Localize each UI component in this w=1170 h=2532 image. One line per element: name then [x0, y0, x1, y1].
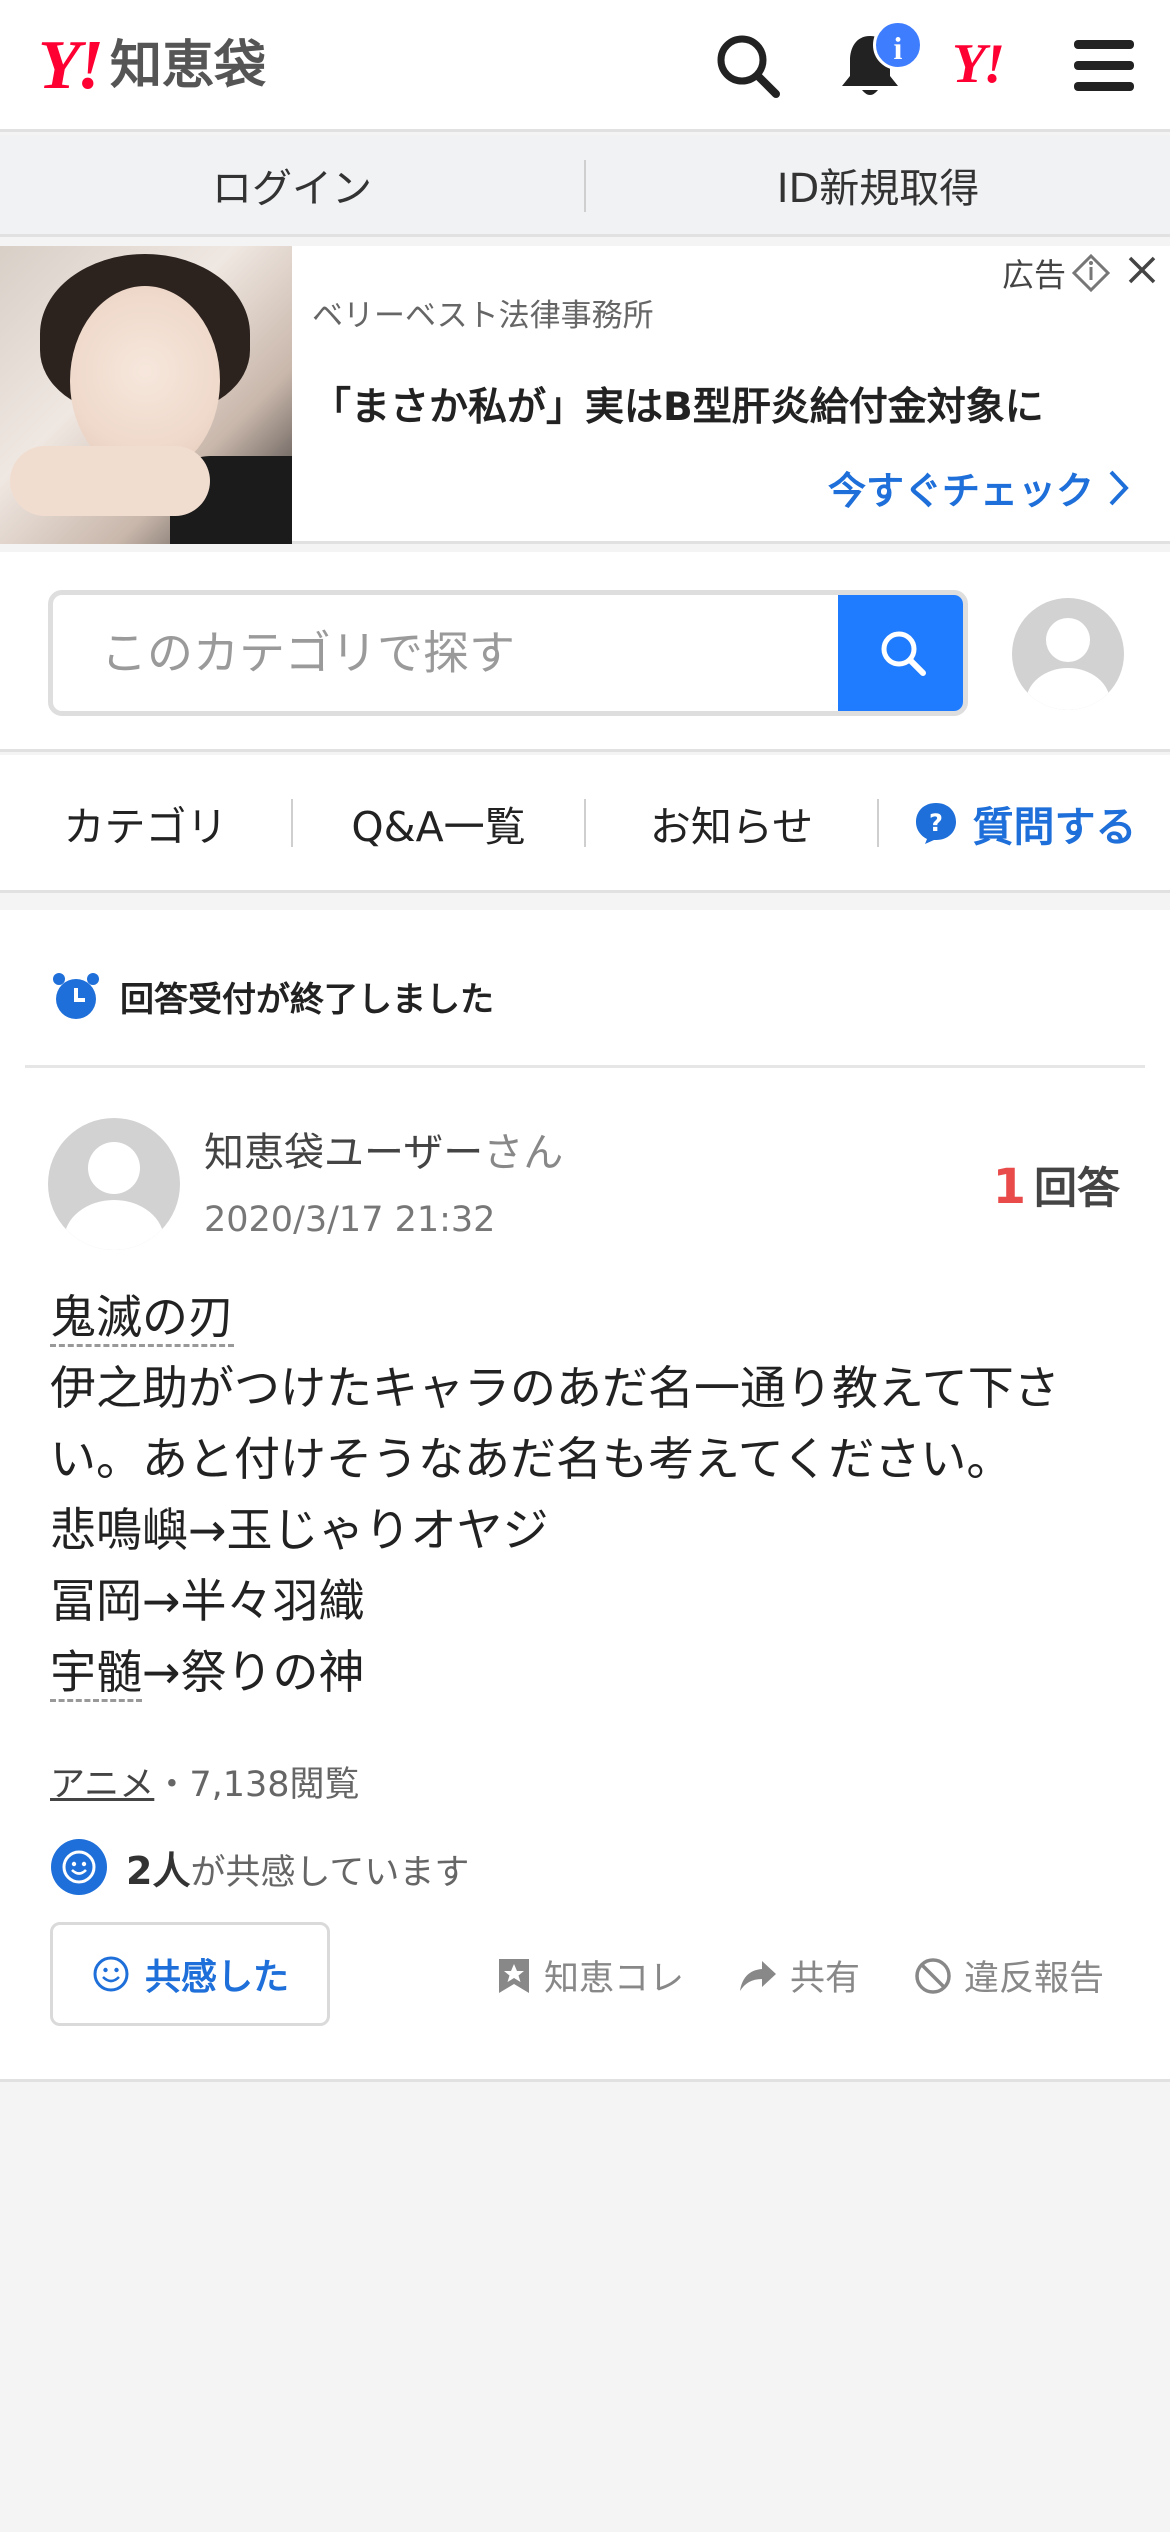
ad-cta-link[interactable]: 今すぐチェック [828, 460, 1130, 515]
menu-icon[interactable] [1068, 28, 1144, 104]
category-link[interactable]: アニメ [50, 1765, 154, 1805]
question-line: 伊之助がつけたキャラのあだ名一通り教えて下さい。あと付けそうなあだ名も考えてくだ… [50, 1361, 1060, 1486]
notification-badge: i [873, 20, 923, 70]
category-search [0, 552, 1170, 752]
report-label: 違反報告 [963, 1959, 1104, 1999]
empathy-text: が共感しています [190, 1852, 470, 1893]
chevron-right-icon [1109, 470, 1129, 505]
alarm-clock-icon [53, 973, 99, 1019]
keyword-link[interactable]: 宇髄 [50, 1645, 142, 1702]
category-tabs: カテゴリ Q&A一覧 お知らせ ? 質問する [0, 755, 1170, 893]
tab-news[interactable]: お知らせ [586, 793, 877, 853]
answer-count[interactable]: 1 回答 [993, 1154, 1120, 1216]
login-bar: ログイン ID新規取得 [0, 135, 1170, 237]
avatar-placeholder-icon [64, 1142, 164, 1250]
ad-image-hand [10, 446, 210, 516]
tab-category[interactable]: カテゴリ [0, 793, 291, 853]
asker-username: 知恵袋ユーザー [204, 1130, 484, 1176]
chiebukuro-logo[interactable]: Y! 知恵袋 [38, 26, 266, 106]
search-button[interactable] [838, 595, 963, 711]
avatar-placeholder-icon [1026, 618, 1110, 710]
ad-label[interactable]: 広告 [1002, 250, 1110, 296]
ad-title[interactable]: 「まさか私が」実はB型肝炎給付金対象に [312, 376, 1044, 432]
search-input[interactable] [53, 595, 843, 711]
app-header: Y! 知恵袋 i Y! [0, 0, 1170, 132]
save-to-collection-button[interactable]: 知恵コレ [496, 1950, 684, 2001]
card-divider [25, 1065, 1145, 1068]
keyword-link[interactable]: 鬼滅の刃 [50, 1290, 234, 1347]
svg-text:?: ? [929, 809, 943, 837]
user-avatar[interactable] [1012, 598, 1124, 710]
yahoo-japan-icon[interactable]: Y! [952, 36, 1005, 92]
question-date: 2020/3/17 21:32 [204, 1200, 496, 1240]
logo-text: 知恵袋 [110, 36, 267, 96]
save-label: 知恵コレ [543, 1959, 684, 1999]
question-card: 回答受付が終了しました 知恵袋ユーザーさん 2020/3/17 21:32 1回… [0, 910, 1170, 2082]
answer-count-number: 1 [992, 1159, 1026, 1215]
yahoo-logo-mark: Y! [38, 27, 104, 104]
ad-cta-label: 今すぐチェック [827, 469, 1094, 513]
signup-link[interactable]: ID新規取得 [586, 135, 1170, 234]
login-link[interactable]: ログイン [0, 135, 584, 234]
empathize-button[interactable]: 共感した [50, 1922, 330, 2026]
ad-image[interactable] [0, 246, 292, 544]
question-line: 冨岡→半々羽織 [50, 1574, 365, 1628]
smile-icon [93, 1956, 129, 1992]
asker-honorific: さん [483, 1130, 564, 1176]
share-label: 共有 [789, 1959, 860, 1999]
ad-info-icon [1072, 254, 1110, 292]
share-button[interactable]: 共有 [738, 1950, 860, 2001]
view-count: ・7,138閲覧 [154, 1765, 360, 1805]
ask-question-button[interactable]: ? 質問する [879, 793, 1170, 853]
prohibited-icon [915, 1957, 951, 1994]
empathy-summary: 2人が共感しています [50, 1838, 469, 1896]
ask-question-label: 質問する [972, 802, 1137, 851]
question-icon: ? [915, 802, 956, 844]
question-meta: アニメ・7,138閲覧 [50, 1756, 360, 1807]
search-icon[interactable] [710, 28, 786, 104]
search-box [48, 590, 968, 716]
report-button[interactable]: 違反報告 [914, 1950, 1104, 2001]
question-actions: 知恵コレ 共有 違反報告 [496, 1950, 1104, 2001]
ad-banner[interactable]: ベリーベスト法律事務所 「まさか私が」実はB型肝炎給付金対象に 今すぐチェック … [0, 246, 1170, 544]
question-body: 鬼滅の刃 伊之助がつけたキャラのあだ名一通り教えて下さい。あと付けそうなあだ名も… [50, 1282, 1130, 1708]
closed-notice: 回答受付が終了しました [50, 970, 494, 1022]
answer-count-label: 回答 [1034, 1164, 1120, 1214]
close-icon[interactable] [1122, 250, 1162, 290]
bookmark-star-icon [498, 1958, 529, 1993]
question-line: →祭りの神 [142, 1645, 365, 1699]
asker-name: 知恵袋ユーザーさん [204, 1120, 563, 1178]
share-arrow-icon [739, 1960, 776, 1991]
smile-icon [51, 1839, 107, 1895]
empathize-label: 共感した [144, 1957, 289, 1998]
empathy-count: 2人 [126, 1848, 191, 1893]
tab-qa-list[interactable]: Q&A一覧 [293, 793, 584, 853]
ad-label-text: 広告 [1001, 256, 1066, 294]
question-line: 悲鳴嶼→玉じゃりオヤジ [50, 1503, 549, 1557]
ad-sponsor: ベリーベスト法律事務所 [312, 298, 654, 334]
search-icon [881, 631, 926, 676]
asker-avatar [48, 1118, 180, 1250]
closed-notice-text: 回答受付が終了しました [120, 979, 494, 1020]
